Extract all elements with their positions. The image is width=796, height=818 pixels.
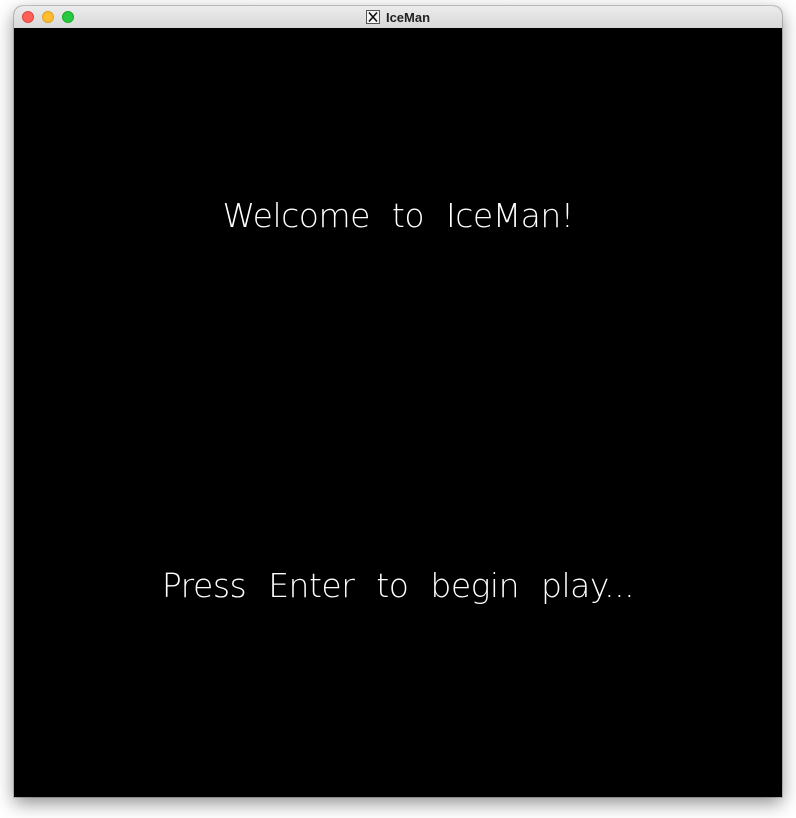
window-title: IceMan [385,9,431,25]
title-bar[interactable]: IceMan [14,6,782,29]
x11-icon [365,10,380,24]
welcome-text: Welcome to IceMan! [222,196,574,235]
app-window: IceMan Welcome to IceMan! Press Enter to… [14,6,782,797]
press-enter-prompt: Press Enter to begin play... [161,566,635,605]
title-group: IceMan [14,6,782,28]
game-canvas[interactable]: Welcome to IceMan! Press Enter to begin … [14,28,782,797]
